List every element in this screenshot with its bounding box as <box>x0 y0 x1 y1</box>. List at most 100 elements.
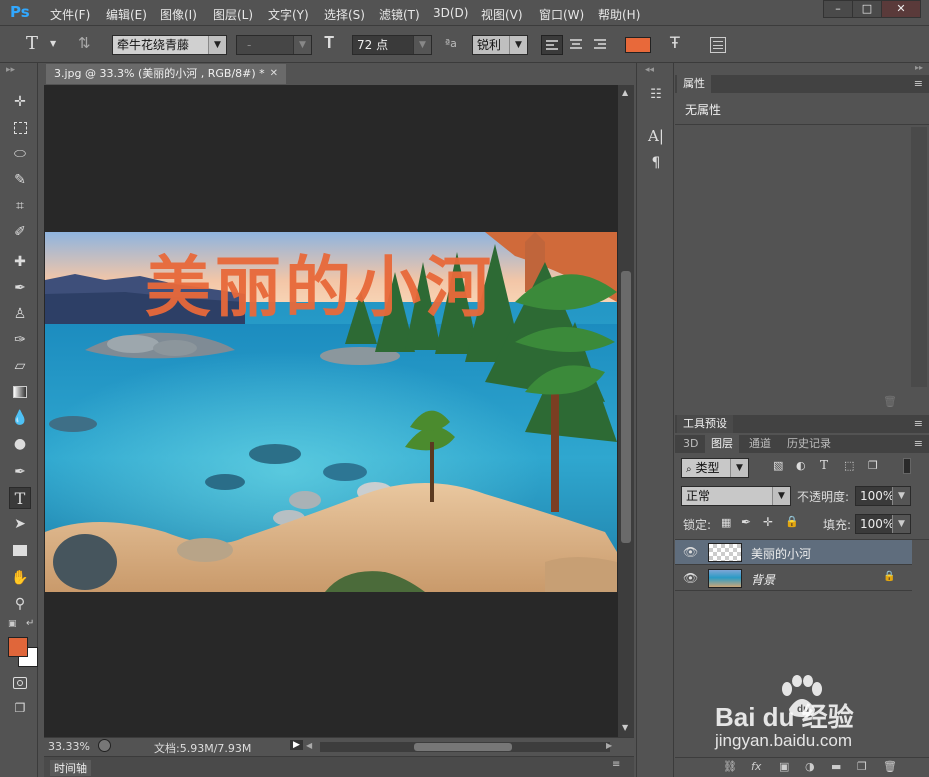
crop-tool-icon[interactable]: ⌗ <box>9 195 31 217</box>
layer-row[interactable]: 👁 美丽的小河 <box>675 540 912 565</box>
path-selection-tool-icon[interactable]: ➤ <box>9 513 31 535</box>
horizontal-scrollbar[interactable] <box>320 742 610 752</box>
filter-type-icon[interactable]: T <box>820 458 828 472</box>
zoom-level[interactable]: 33.33% <box>48 740 90 753</box>
menu-view[interactable]: 视图(V) <box>481 6 523 23</box>
scroll-left-icon[interactable]: ◀ <box>306 741 312 750</box>
vertical-scrollbar[interactable]: ▲ ▼ <box>618 85 634 737</box>
menu-filter[interactable]: 滤镜(T) <box>379 6 420 23</box>
rectangle-tool-icon[interactable] <box>9 539 31 561</box>
layer-row[interactable]: 👁 背景 🔒 <box>675 566 912 591</box>
clone-stamp-tool-icon[interactable]: ♙ <box>9 303 31 325</box>
properties-scrollbar[interactable] <box>911 127 927 387</box>
lock-transparent-icon[interactable]: ▦ <box>721 516 731 529</box>
swap-colors-icon[interactable]: ↵ <box>26 618 34 629</box>
foreground-color-swatch[interactable] <box>8 637 28 657</box>
antialias-select[interactable]: 锐利 ▼ <box>472 35 528 55</box>
gradient-tool-icon[interactable] <box>9 381 31 403</box>
eyedropper-tool-icon[interactable]: ✐ <box>9 221 31 243</box>
opacity-input[interactable]: 100% ▼ <box>855 486 911 506</box>
canvas-text-layer[interactable]: 美丽的小河 <box>145 248 495 326</box>
character-panel-icon[interactable]: A| <box>645 127 667 149</box>
collapse-dock-icon[interactable]: ▸▸ <box>915 63 923 72</box>
canvas-image[interactable]: 美丽的小河 <box>45 232 617 592</box>
filter-adjustment-icon[interactable]: ◐ <box>796 459 806 472</box>
ps-logo[interactable]: Ps <box>10 3 30 21</box>
trash-icon[interactable]: 🗑 <box>883 395 897 408</box>
adjustment-layer-icon[interactable]: ◑ <box>805 760 815 773</box>
font-family-select[interactable]: 牵牛花绕青藤 ▼ <box>112 35 227 55</box>
tab-channels[interactable]: 通道 <box>743 435 777 453</box>
timeline-tab[interactable]: 时间轴 <box>50 760 91 776</box>
status-menu-arrow-icon[interactable]: ▶ <box>290 740 303 750</box>
menu-image[interactable]: 图像(I) <box>160 6 197 23</box>
type-tool-icon[interactable]: T <box>9 487 31 509</box>
tab-3d[interactable]: 3D <box>677 435 704 453</box>
minimize-button[interactable]: – <box>823 0 853 18</box>
zoom-tool-icon[interactable]: ⚲ <box>9 593 31 615</box>
close-button[interactable]: ✕ <box>881 0 921 18</box>
panel-menu-icon[interactable]: ≡ <box>914 437 923 450</box>
quick-mask-icon[interactable] <box>9 671 31 693</box>
blur-tool-icon[interactable]: 💧 <box>9 407 31 429</box>
maximize-button[interactable]: □ <box>852 0 882 18</box>
menu-type[interactable]: 文字(Y) <box>268 6 309 23</box>
menu-help[interactable]: 帮助(H) <box>598 6 640 23</box>
horizontal-scroll-thumb[interactable] <box>414 743 512 751</box>
align-left-button[interactable] <box>541 35 563 55</box>
filter-pixel-icon[interactable]: ▧ <box>773 459 783 472</box>
character-panel-toggle-icon[interactable] <box>710 37 726 53</box>
tab-history[interactable]: 历史记录 <box>781 435 837 453</box>
layer-filter-select[interactable]: ⌕ 类型 ▼ <box>681 458 749 478</box>
panel-collapse-icon[interactable]: ▸▸ <box>6 65 15 75</box>
fx-icon[interactable]: fx <box>751 760 761 773</box>
layer-name[interactable]: 美丽的小河 <box>751 545 811 562</box>
brush-tool-icon[interactable]: ✒ <box>9 277 31 299</box>
align-center-button[interactable] <box>566 35 588 55</box>
eye-icon[interactable]: 👁 <box>683 571 698 585</box>
menu-layer[interactable]: 图层(L) <box>213 6 253 23</box>
document-tab[interactable]: 3.jpg @ 33.3% (美丽的小河 , RGB/8#) * ✕ <box>46 64 286 84</box>
filter-smart-object-icon[interactable]: ❐ <box>868 459 878 472</box>
new-layer-icon[interactable]: ❐ <box>857 760 867 773</box>
fill-input[interactable]: 100% ▼ <box>855 514 911 534</box>
history-brush-tool-icon[interactable]: ✑ <box>9 329 31 351</box>
marquee-tool-icon[interactable] <box>9 117 31 139</box>
dodge-tool-icon[interactable]: ● <box>9 433 31 455</box>
layer-name[interactable]: 背景 <box>751 571 775 588</box>
default-colors-icon[interactable]: ▣ <box>8 619 17 629</box>
panel-menu-icon[interactable]: ≡ <box>612 759 620 770</box>
tab-tool-presets[interactable]: 工具预设 <box>677 415 733 433</box>
add-mask-icon[interactable]: ▣ <box>779 760 789 773</box>
status-options-icon[interactable] <box>98 739 111 752</box>
expand-panels-icon[interactable]: ◂◂ <box>645 65 654 75</box>
scroll-right-icon[interactable]: ▶ <box>606 741 612 750</box>
blend-mode-select[interactable]: 正常 ▼ <box>681 486 791 506</box>
text-color-swatch[interactable] <box>625 37 651 53</box>
vertical-scroll-thumb[interactable] <box>621 271 631 543</box>
filter-toggle-switch[interactable] <box>903 458 911 474</box>
history-panel-icon[interactable]: ☷ <box>645 87 667 109</box>
close-tab-icon[interactable]: ✕ <box>270 64 278 84</box>
screen-mode-icon[interactable]: ❐ <box>9 697 31 719</box>
lock-all-icon[interactable]: 🔒 <box>785 515 799 528</box>
healing-brush-tool-icon[interactable]: ✚ <box>9 251 31 273</box>
font-size-select[interactable]: 72 点 ▼ <box>352 35 432 55</box>
align-right-button[interactable] <box>590 35 612 55</box>
tab-layers[interactable]: 图层 <box>705 435 739 453</box>
canvas-area[interactable]: 美丽的小河 <box>44 85 618 737</box>
move-tool-icon[interactable]: ✛ <box>9 91 31 113</box>
menu-3d[interactable]: 3D(D) <box>433 6 468 20</box>
chevron-down-icon[interactable]: ▼ <box>50 39 56 48</box>
warp-text-icon[interactable]: Ŧ <box>670 33 680 52</box>
link-layers-icon[interactable]: ⛓ <box>723 760 737 773</box>
lock-pixels-icon[interactable]: ✒ <box>741 515 751 529</box>
scroll-up-icon[interactable]: ▲ <box>622 88 628 97</box>
quick-select-tool-icon[interactable]: ✎ <box>9 169 31 191</box>
tab-properties[interactable]: 属性 <box>677 75 711 93</box>
text-orientation-icon[interactable]: ⇅ <box>78 34 91 52</box>
filter-shape-icon[interactable]: ⬚ <box>844 459 854 472</box>
menu-window[interactable]: 窗口(W) <box>539 6 584 23</box>
menu-file[interactable]: 文件(F) <box>50 6 90 23</box>
menu-edit[interactable]: 编辑(E) <box>106 6 147 23</box>
